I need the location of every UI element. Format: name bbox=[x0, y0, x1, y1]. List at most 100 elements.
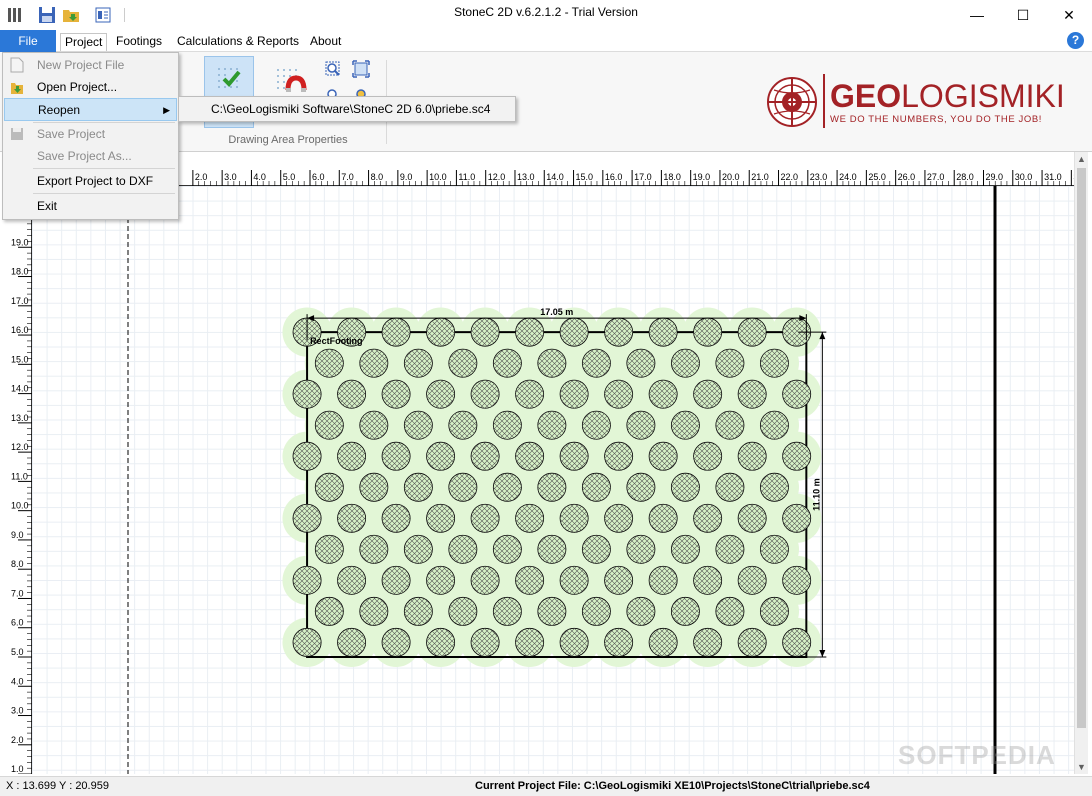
reopen-item[interactable]: Reopen ▶ bbox=[4, 98, 177, 121]
stone-column-hatch bbox=[337, 628, 366, 657]
reopen-submenu: C:\GeoLogismiki Software\StoneC 2D 6.0\p… bbox=[178, 96, 516, 122]
recent-file-item[interactable]: C:\GeoLogismiki Software\StoneC 2D 6.0\p… bbox=[181, 99, 513, 119]
watermark: SOFTPEDIA bbox=[898, 740, 1056, 770]
stone-column-hatch bbox=[604, 504, 633, 533]
footings-menu[interactable]: Footings bbox=[112, 33, 166, 51]
ruler-y-label: 15.0 bbox=[11, 354, 29, 364]
zoom-out-icon[interactable] bbox=[324, 86, 342, 96]
stone-column-hatch bbox=[337, 380, 366, 409]
stone-column-hatch bbox=[359, 473, 388, 502]
ruler-y-label: 3.0 bbox=[11, 706, 24, 716]
save-project-as-item[interactable]: Save Project As... bbox=[4, 145, 177, 167]
stone-column-hatch bbox=[515, 380, 544, 409]
ruler-x-label: 25.0 bbox=[868, 172, 886, 182]
stone-column-hatch bbox=[626, 597, 655, 626]
zoom-in-icon[interactable] bbox=[324, 60, 342, 78]
minimize-button[interactable]: — bbox=[954, 0, 1000, 30]
ruler-y-label: 10.0 bbox=[11, 501, 29, 511]
project-menu[interactable]: Project bbox=[60, 33, 108, 51]
stone-column-hatch bbox=[604, 566, 633, 595]
stone-column-hatch bbox=[671, 349, 700, 378]
help-icon[interactable]: ? bbox=[1067, 32, 1084, 49]
menu-bar: File Project Footings Calculations & Rep… bbox=[0, 30, 1092, 52]
exit-item[interactable]: Exit bbox=[4, 195, 177, 217]
new-project-file-item[interactable]: New Project File bbox=[4, 54, 177, 76]
ruler-y-label: 13.0 bbox=[11, 413, 29, 423]
stone-column-hatch bbox=[515, 628, 544, 657]
stone-column-hatch bbox=[359, 535, 388, 564]
ruler-x-label: 21.0 bbox=[751, 172, 769, 182]
stone-column-hatch bbox=[560, 566, 589, 595]
stone-column-hatch bbox=[426, 380, 455, 409]
stone-column-hatch bbox=[293, 380, 322, 409]
stone-column-hatch bbox=[626, 473, 655, 502]
stone-column-hatch bbox=[626, 349, 655, 378]
close-button[interactable]: ✕ bbox=[1046, 0, 1092, 30]
stone-column-hatch bbox=[537, 473, 566, 502]
ruler-x-label: 30.0 bbox=[1015, 172, 1033, 182]
stone-column-hatch bbox=[315, 597, 344, 626]
stone-column-hatch bbox=[738, 628, 767, 657]
file-menu[interactable]: File bbox=[0, 30, 56, 52]
stone-column-hatch bbox=[738, 566, 767, 595]
ruler-x-label: 14.0 bbox=[546, 172, 564, 182]
ruler-x-label: 28.0 bbox=[956, 172, 974, 182]
stone-column-hatch bbox=[404, 411, 433, 440]
stone-column-hatch bbox=[715, 535, 744, 564]
stone-column-hatch bbox=[671, 535, 700, 564]
stone-column-hatch bbox=[471, 628, 500, 657]
ruler-y-label: 4.0 bbox=[11, 676, 24, 686]
stone-column-hatch bbox=[493, 349, 522, 378]
ruler-y-label: 5.0 bbox=[11, 647, 24, 657]
ruler-x-label: 7.0 bbox=[341, 172, 354, 182]
ruler-x-label: 18.0 bbox=[663, 172, 681, 182]
about-menu[interactable]: About bbox=[306, 33, 345, 51]
ruler-x-label: 26.0 bbox=[898, 172, 916, 182]
scroll-down-icon[interactable]: ▼ bbox=[1077, 762, 1086, 772]
stone-column-hatch bbox=[359, 349, 388, 378]
stone-column-hatch bbox=[738, 380, 767, 409]
drawing-canvas[interactable]: 17.05 m 11.10 m RectFooting bbox=[32, 186, 1074, 774]
calculations-reports-menu[interactable]: Calculations & Reports bbox=[173, 33, 303, 51]
globe-logo-icon bbox=[767, 77, 817, 127]
reopen-label: Reopen bbox=[38, 103, 81, 117]
stone-column-hatch bbox=[426, 566, 455, 595]
scroll-up-icon[interactable]: ▲ bbox=[1077, 154, 1086, 164]
save-project-icon bbox=[11, 128, 23, 140]
stone-column-hatch bbox=[560, 628, 589, 657]
stone-column-hatch bbox=[582, 411, 611, 440]
stone-column-hatch bbox=[560, 442, 589, 471]
export-dxf-item[interactable]: Export Project to DXF bbox=[4, 170, 177, 192]
stone-column-hatch bbox=[693, 442, 722, 471]
logo-logismiki: LOGISMIKI bbox=[901, 78, 1065, 114]
stone-column-hatch bbox=[404, 597, 433, 626]
scrollbar-thumb[interactable] bbox=[1077, 168, 1086, 728]
stone-column-hatch bbox=[604, 318, 633, 347]
drawing-svg[interactable]: 17.05 m 11.10 m RectFooting bbox=[32, 186, 1074, 774]
stone-column-hatch bbox=[782, 628, 811, 657]
zoom-window-icon[interactable] bbox=[352, 86, 370, 96]
stone-column-hatch bbox=[426, 442, 455, 471]
title-bar: StoneC 2D v.6.2.1.2 - Trial Version — ☐ … bbox=[0, 0, 1092, 30]
status-bar: X : 13.699 Y : 20.959 Current Project Fi… bbox=[0, 776, 1092, 796]
stone-column-hatch bbox=[293, 566, 322, 595]
stone-column-hatch bbox=[471, 504, 500, 533]
stone-column-hatch bbox=[293, 442, 322, 471]
vertical-scrollbar[interactable]: ▲ ▼ bbox=[1074, 152, 1088, 774]
stone-column-hatch bbox=[359, 597, 388, 626]
maximize-button[interactable]: ☐ bbox=[1000, 0, 1046, 30]
ruler-x-label: 29.0 bbox=[986, 172, 1004, 182]
stone-column-hatch bbox=[337, 442, 366, 471]
zoom-extents-icon[interactable] bbox=[352, 60, 370, 78]
stone-column-hatch bbox=[515, 504, 544, 533]
stone-column-hatch bbox=[382, 566, 411, 595]
ruler-y-label: 8.0 bbox=[11, 559, 24, 569]
stone-column-hatch bbox=[649, 628, 678, 657]
stone-column-hatch bbox=[782, 566, 811, 595]
save-project-item[interactable]: Save Project bbox=[4, 123, 177, 145]
stone-column-hatch bbox=[649, 566, 678, 595]
stone-column-hatch bbox=[448, 349, 477, 378]
open-project-item[interactable]: Open Project... bbox=[4, 76, 177, 98]
ruler-x-label: 6.0 bbox=[312, 172, 325, 182]
stone-column-hatch bbox=[515, 566, 544, 595]
